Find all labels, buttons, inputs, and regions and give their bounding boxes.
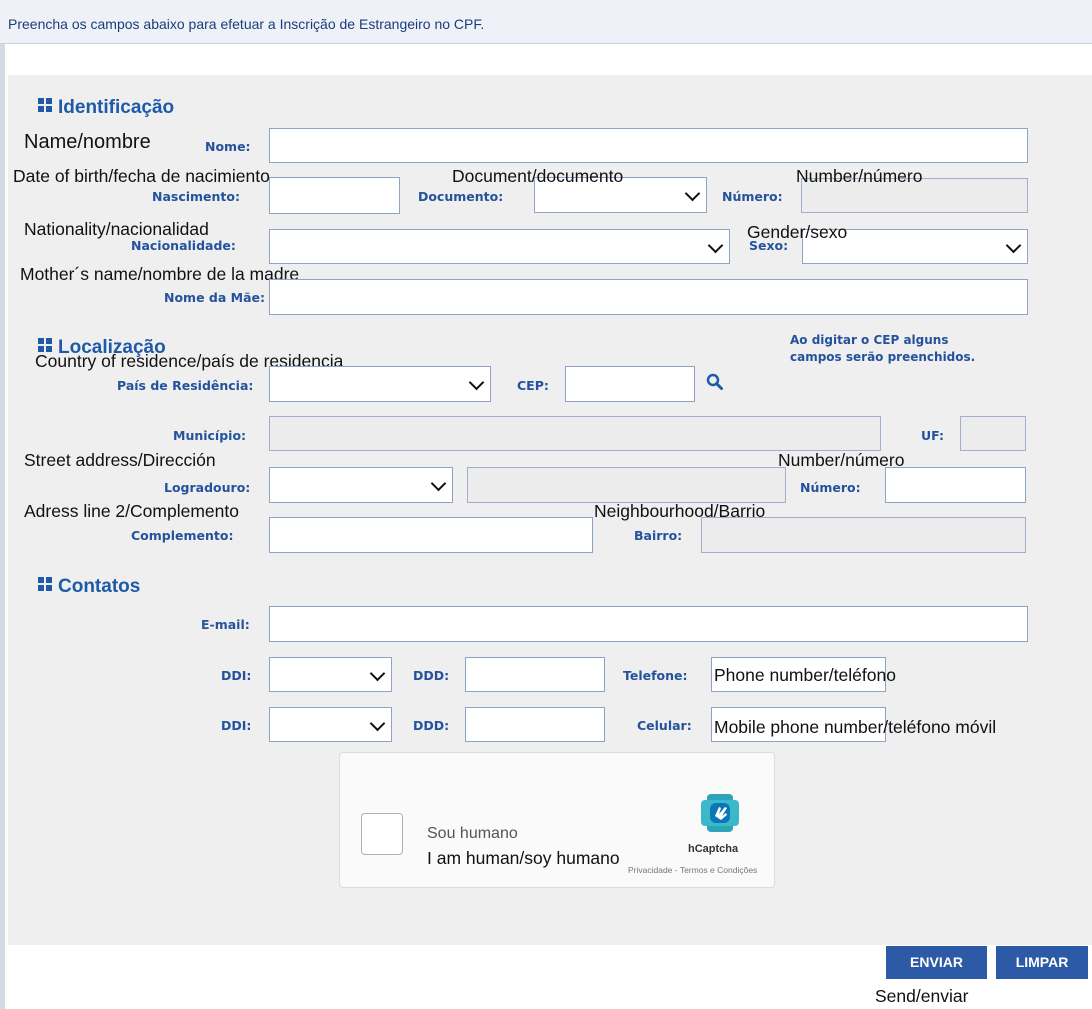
chevron-down-icon (369, 715, 386, 731)
label-cep: CEP: (517, 378, 549, 393)
annotation-nationality: Nationality/nacionalidad (24, 219, 209, 239)
annotation-human: I am human/soy humano (427, 848, 620, 868)
label-nascimento: Nascimento: (152, 189, 240, 204)
bairro-input[interactable] (701, 517, 1026, 553)
logradouro-input[interactable] (467, 467, 786, 503)
annotation-send: Send/enviar (875, 986, 969, 1006)
label-email: E-mail: (201, 617, 250, 632)
nome-input[interactable] (269, 128, 1028, 163)
label-ddd-celular: DDD: (413, 718, 450, 733)
nascimento-input[interactable] (269, 177, 400, 214)
numero-endereco-input[interactable] (885, 467, 1026, 503)
annotation-mobile: Mobile phone number/teléfono móvil (714, 717, 997, 737)
cep-hint-line1: Ao digitar o CEP alguns (790, 333, 949, 347)
label-nacionalidade: Nacionalidade: (131, 238, 236, 253)
ddd-telefone-input[interactable] (465, 657, 605, 692)
annotation-dob: Date of birth/fecha de nacimiento (13, 166, 270, 186)
annotation-document: Document/documento (452, 166, 624, 186)
annotation-street: Street address/Dirección (24, 450, 216, 470)
logradouro-select[interactable] (269, 467, 453, 503)
label-pais: País de Residência: (117, 378, 254, 393)
label-municipio: Município: (173, 428, 247, 443)
nacionalidade-select[interactable] (269, 229, 730, 264)
instruction-text: Preencha os campos abaixo para efetuar a… (8, 16, 485, 32)
label-complemento: Complemento: (131, 528, 234, 543)
send-button[interactable]: ENVIAR (886, 946, 987, 979)
label-telefone: Telefone: (623, 668, 688, 683)
label-celular: Celular: (637, 718, 692, 733)
ddi-telefone-select[interactable] (269, 657, 392, 692)
annotation-number-document: Number/número (796, 166, 923, 186)
pais-select[interactable] (269, 366, 491, 402)
cep-hint-line2: campos serão preenchidos. (790, 350, 976, 364)
email-input[interactable] (269, 606, 1028, 642)
cep-input[interactable] (565, 366, 695, 402)
search-icon[interactable] (706, 373, 724, 391)
label-ddi-celular: DDI: (221, 718, 252, 733)
chevron-down-icon (369, 665, 386, 681)
clear-button[interactable]: LIMPAR (996, 946, 1088, 979)
complemento-input[interactable] (269, 517, 593, 553)
uf-input[interactable] (960, 416, 1026, 451)
label-documento: Documento: (418, 189, 504, 204)
section-identificacao: Identificação (38, 97, 174, 119)
grid-icon (38, 98, 52, 112)
annotation-phone: Phone number/teléfono (714, 665, 896, 685)
chevron-down-icon (707, 237, 724, 253)
section-title: Identificação (58, 97, 175, 118)
municipio-input[interactable] (269, 416, 881, 451)
captcha-brand: hCaptcha (688, 843, 739, 855)
label-numero-documento: Número: (722, 189, 783, 204)
label-nome-mae: Nome da Mãe: (164, 290, 265, 305)
captcha-footer-links[interactable]: Privacidade - Termos e Condições (628, 865, 757, 875)
label-numero-endereco: Número: (800, 480, 861, 495)
ddi-celular-select[interactable] (269, 707, 392, 742)
grid-icon (38, 577, 52, 591)
left-border (0, 44, 5, 1009)
label-ddd-telefone: DDD: (413, 668, 450, 683)
annotation-mother: Mother´s name/nombre de la madre (20, 264, 300, 284)
label-uf: UF: (921, 428, 945, 443)
captcha-checkbox[interactable] (361, 813, 403, 855)
chevron-down-icon (1005, 237, 1022, 253)
annotation-name: Name/nombre (24, 131, 151, 153)
nome-mae-input[interactable] (269, 279, 1028, 315)
chevron-down-icon (684, 185, 701, 202)
section-title: Contatos (58, 576, 141, 597)
cep-hint: Ao digitar o CEP alguns campos serão pre… (790, 332, 975, 366)
grid-icon (38, 338, 52, 352)
section-contatos: Contatos (38, 576, 140, 598)
annotation-gender: Gender/sexo (747, 222, 848, 242)
captcha-label: Sou humano (427, 825, 518, 842)
label-bairro: Bairro: (634, 528, 683, 543)
hcaptcha-logo-icon (699, 792, 741, 834)
chevron-down-icon (430, 475, 447, 492)
label-nome: Nome: (205, 139, 251, 154)
ddd-celular-input[interactable] (465, 707, 605, 742)
chevron-down-icon (468, 374, 485, 391)
label-logradouro: Logradouro: (164, 480, 251, 495)
annotation-address2: Adress line 2/Complemento (24, 501, 239, 521)
label-ddi-telefone: DDI: (221, 668, 252, 683)
